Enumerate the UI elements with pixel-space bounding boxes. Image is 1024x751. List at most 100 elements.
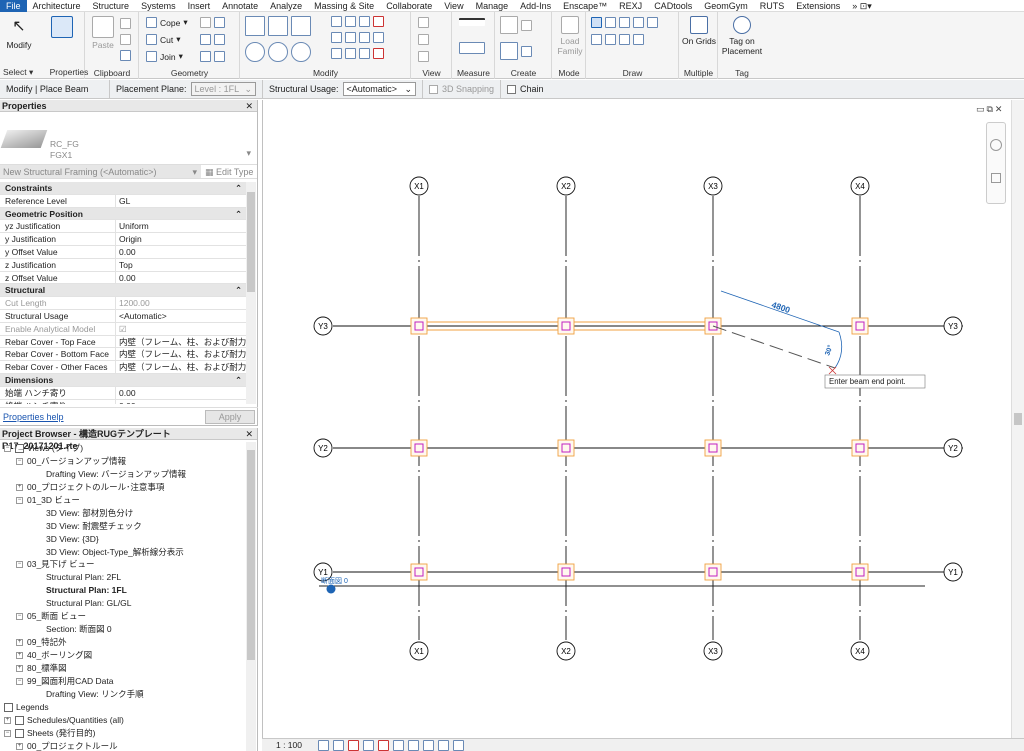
menu-item-extensions[interactable]: Extensions [790,0,846,12]
edit-type-button[interactable]: ▦ Edit Type [201,165,257,178]
expand-icon[interactable]: + [16,483,23,491]
tree-node[interactable]: +09_特記外 [0,636,246,649]
dimension-icon[interactable] [459,42,485,54]
chain-checkbox[interactable] [507,84,517,94]
create-tools-2[interactable] [500,42,532,60]
property-row[interactable]: Rebar Cover - Other Faces 内壁（フレーム、柱、および耐力… [0,361,246,374]
highlight-displacement-icon[interactable] [453,739,464,751]
cope-button[interactable]: Cope ▾ [146,17,188,28]
crop-view-icon[interactable] [378,739,389,751]
expand-icon[interactable]: + [16,664,23,672]
load-family-button[interactable]: Load Family [555,16,585,56]
menu-item-annotate[interactable]: Annotate [216,0,264,12]
close-icon[interactable]: ✕ [245,428,257,439]
geom-tools-1[interactable] [200,17,225,28]
navigation-bar[interactable] [986,122,1006,204]
drawing-canvas[interactable]: X1 X1 X2 X2 X3 X3 X4 X4 Y3 Y3 Y2 Y2 Y1 Y1 4800 30° En… [262,100,1024,751]
structural-usage-combo[interactable]: <Automatic> ⌄ [342,82,416,96]
select-dropdown[interactable]: Select ▾ [3,67,33,77]
browser-scrollbar[interactable] [246,442,256,751]
property-category[interactable]: Structural ⌃ [0,284,246,298]
property-value[interactable]: Uniform [116,220,246,232]
copy-clip-icon[interactable] [120,34,131,45]
collapse-icon[interactable]: ⌃ [232,182,246,194]
analytical-model-icon[interactable] [438,739,449,751]
modify-small-tools-1[interactable] [331,16,384,27]
draw-tools-1[interactable] [591,17,658,28]
column[interactable] [851,317,869,335]
close-icon[interactable]: ✕ [245,100,257,111]
menu-item-view[interactable]: View [438,0,469,12]
column[interactable] [557,317,575,335]
tree-node[interactable]: Structural Plan: 1FL [0,584,246,597]
menu-item-add-ins[interactable]: Add-Ins [514,0,557,12]
type-selector[interactable]: RC_FG FGX1 ▾ [0,112,257,165]
property-row[interactable]: Enable Analytical Model ☑ [0,322,246,336]
tree-node[interactable]: Structural Plan: 2FL [0,571,246,584]
menu-item-ruts[interactable]: RUTS [754,0,791,12]
menu-item-massing-site[interactable]: Massing & Site [308,0,380,12]
property-row[interactable]: 始端 ハンチ寄り 0.00 [0,386,246,400]
menu-overflow-icon[interactable]: » ⊡▾ [846,0,878,12]
shadows-icon[interactable] [363,739,374,751]
detail-level-icon[interactable] [318,739,329,751]
geom-tools-3[interactable] [200,51,225,62]
view-scale[interactable]: 1 : 100 [276,740,302,750]
property-value[interactable]: <Automatic> [116,310,246,322]
expand-icon[interactable]: + [4,716,11,724]
chain-option[interactable]: Chain [501,80,550,99]
measure-between-icon[interactable] [459,18,485,26]
property-category[interactable]: Geometric Position ⌃ [0,207,246,221]
property-value[interactable]: GL [116,195,246,207]
property-row[interactable]: yz Justification Uniform [0,220,246,234]
join-button[interactable]: Join ▾ [146,51,183,62]
properties-button[interactable] [44,16,80,40]
sun-path-icon[interactable] [348,739,359,751]
property-category[interactable]: Constraints ⌃ [0,182,246,195]
property-value[interactable]: 1200.00 [116,297,246,309]
tree-node[interactable]: +00_プロジェクトルール [0,740,246,751]
tree-node[interactable]: Structural Plan: GL/GL [0,597,246,610]
collapse-icon[interactable]: ⌃ [232,374,246,386]
property-category[interactable]: Dimensions ⌃ [0,373,246,387]
property-value[interactable]: 0.00 [116,272,246,284]
menu-item-cadtools[interactable]: CADtools [648,0,698,12]
tree-node[interactable]: 3D View: 耐震壁チェック [0,520,246,533]
steering-wheel-icon[interactable] [990,139,1002,151]
menu-item-manage[interactable]: Manage [470,0,515,12]
column[interactable] [851,439,869,457]
property-row[interactable]: 終端 ハンチ寄り0.00 [0,399,246,404]
tree-node[interactable]: − Sheets (発行目的) [0,727,246,740]
geom-tools-2[interactable] [200,34,225,45]
property-value[interactable]: 内壁（フレーム、柱、および耐力… [116,336,246,348]
property-value[interactable]: ☑ [116,323,246,335]
paste-button[interactable]: Paste [90,16,116,50]
expand-icon[interactable]: + [16,639,23,647]
tree-node[interactable]: 3D View: {3D} [0,533,246,546]
column[interactable] [410,317,428,335]
tree-node[interactable]: −01_3D ビュー [0,494,246,507]
property-row[interactable]: Reference Level GL [0,194,246,208]
zoom-icon[interactable] [991,173,1001,183]
tree-node[interactable]: −00_バージョンアップ情報 [0,455,246,468]
tree-node[interactable]: Section: 断面図 0 [0,623,246,636]
tree-node[interactable]: Drafting View: バージョンアップ情報 [0,468,246,481]
view-tools-1[interactable] [418,17,429,28]
menu-item-structure[interactable]: Structure [87,0,136,12]
column[interactable] [851,563,869,581]
property-value[interactable]: 0.00 [116,246,246,258]
column[interactable] [410,439,428,457]
modify-small-tools-3[interactable] [331,48,384,59]
tree-node[interactable]: −05_断面 ビュー [0,610,246,623]
collapse-icon[interactable]: − [16,561,23,569]
property-row[interactable]: Structural Usage <Automatic> [0,309,246,323]
structural-plan-view[interactable]: X1 X1 X2 X2 X3 X3 X4 X4 Y3 Y3 Y2 Y2 Y1 Y1 4800 30° En… [263,100,1024,738]
temporary-hide-icon[interactable] [408,739,419,751]
property-row[interactable]: y Justification Origin [0,233,246,246]
visual-style-icon[interactable] [333,739,344,751]
property-value[interactable]: 内壁（フレーム、柱、および耐力… [116,348,246,360]
property-value[interactable]: Top [116,259,246,271]
menu-item-systems[interactable]: Systems [135,0,182,12]
property-value[interactable]: 内壁（フレーム、柱、および耐力… [116,361,246,373]
tree-node[interactable]: −99_図面利用CAD Data [0,675,246,688]
